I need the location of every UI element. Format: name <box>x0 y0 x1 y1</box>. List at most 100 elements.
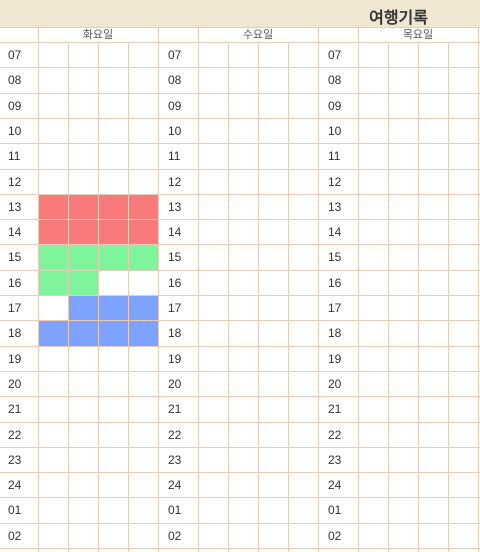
grid-line <box>0 370 480 372</box>
day-header: 목요일 <box>402 28 434 41</box>
schedule-cell[interactable] <box>98 220 128 246</box>
grid-line <box>0 421 480 423</box>
hour-label: 24 <box>328 478 342 493</box>
hour-label: 24 <box>168 478 182 493</box>
hour-label: 22 <box>168 427 182 442</box>
grid-line <box>0 345 480 347</box>
hour-label: 19 <box>328 351 342 366</box>
hour-label: 19 <box>8 351 22 366</box>
schedule-cell[interactable] <box>68 245 98 271</box>
schedule-cell[interactable] <box>128 296 158 322</box>
day-header: 화요일 <box>82 28 114 41</box>
hour-label: 08 <box>168 73 182 88</box>
hour-label: 13 <box>8 199 22 214</box>
grid-line <box>0 269 480 271</box>
grid-line <box>198 27 199 552</box>
grid-line <box>0 67 480 69</box>
hour-label: 12 <box>328 174 342 189</box>
hour-label: 09 <box>8 98 22 113</box>
grid-line <box>0 92 480 94</box>
schedule-cell[interactable] <box>98 245 128 271</box>
schedule-cell[interactable] <box>38 194 68 221</box>
grid-line <box>0 168 480 170</box>
hour-label: 21 <box>168 402 182 417</box>
hour-label: 18 <box>168 326 182 341</box>
header-bar: 여행기록 <box>0 0 480 27</box>
hour-label: 07 <box>328 48 342 62</box>
hour-label: 15 <box>8 250 22 265</box>
hour-label: 15 <box>328 250 342 265</box>
schedule-cell[interactable] <box>98 194 128 221</box>
grid-line <box>0 244 480 246</box>
hour-label: 01 <box>168 503 182 518</box>
schedule-cell[interactable] <box>38 245 68 271</box>
hour-label: 12 <box>8 174 22 189</box>
hour-label: 02 <box>8 528 22 543</box>
hour-label: 14 <box>328 225 342 240</box>
grid-line <box>0 42 480 43</box>
grid-line <box>68 42 69 552</box>
schedule-cell[interactable] <box>128 220 158 246</box>
hour-label: 01 <box>328 503 342 518</box>
hour-label: 09 <box>328 98 342 113</box>
hour-label: 20 <box>8 376 22 391</box>
hour-label: 10 <box>328 123 342 138</box>
hour-label: 20 <box>328 376 342 391</box>
hour-label: 22 <box>328 427 342 442</box>
hour-label: 17 <box>168 301 182 315</box>
grid-line <box>358 27 359 552</box>
hour-label: 02 <box>168 528 182 543</box>
schedule-cell[interactable] <box>68 296 98 322</box>
hour-label: 10 <box>8 123 22 138</box>
schedule-cell[interactable] <box>38 321 68 347</box>
grid-line <box>0 117 480 119</box>
grid-line <box>98 42 99 552</box>
grid-line <box>0 522 480 524</box>
page-title: 여행기록 <box>369 8 428 27</box>
grid-line <box>258 42 259 552</box>
grid-line <box>0 396 480 398</box>
grid-line <box>0 143 480 145</box>
hour-label: 08 <box>8 73 22 88</box>
schedule-cell[interactable] <box>128 321 158 347</box>
schedule-cell[interactable] <box>68 194 98 221</box>
schedule-cell[interactable] <box>38 220 68 246</box>
grid-line <box>158 27 159 552</box>
hour-label: 07 <box>168 48 182 62</box>
hour-label: 16 <box>8 275 22 290</box>
grid-line <box>0 446 480 448</box>
schedule-cell[interactable] <box>98 321 128 347</box>
grid-line <box>448 42 449 552</box>
hour-label: 18 <box>8 326 22 341</box>
hour-label: 16 <box>168 275 182 290</box>
hour-label: 17 <box>8 301 22 315</box>
grid-line <box>0 472 480 474</box>
schedule-cell[interactable] <box>128 245 158 271</box>
hour-label: 16 <box>328 275 342 290</box>
grid-line <box>0 193 480 195</box>
schedule-cell[interactable] <box>68 220 98 246</box>
hour-label: 18 <box>328 326 342 341</box>
grid-line <box>0 497 480 499</box>
hour-label: 22 <box>8 427 22 442</box>
schedule-cell[interactable] <box>68 321 98 347</box>
schedule-cell[interactable] <box>128 194 158 221</box>
grid-line <box>0 219 480 221</box>
grid-line <box>418 42 419 552</box>
hour-label: 11 <box>328 149 341 164</box>
schedule-cell[interactable] <box>68 270 98 296</box>
hour-label: 20 <box>168 376 182 391</box>
hour-label: 01 <box>8 503 22 518</box>
grid-line <box>0 27 480 28</box>
schedule-cell[interactable] <box>98 296 128 322</box>
grid-line <box>288 42 289 552</box>
hour-label: 23 <box>328 452 342 467</box>
schedule-cell[interactable] <box>38 270 68 296</box>
day-header: 수요일 <box>242 28 274 41</box>
grid-line <box>0 548 480 549</box>
grid-line <box>38 27 39 552</box>
grid-line <box>128 42 129 552</box>
hour-label: 13 <box>328 199 342 214</box>
hour-label: 02 <box>328 528 342 543</box>
grid-line <box>478 27 479 552</box>
